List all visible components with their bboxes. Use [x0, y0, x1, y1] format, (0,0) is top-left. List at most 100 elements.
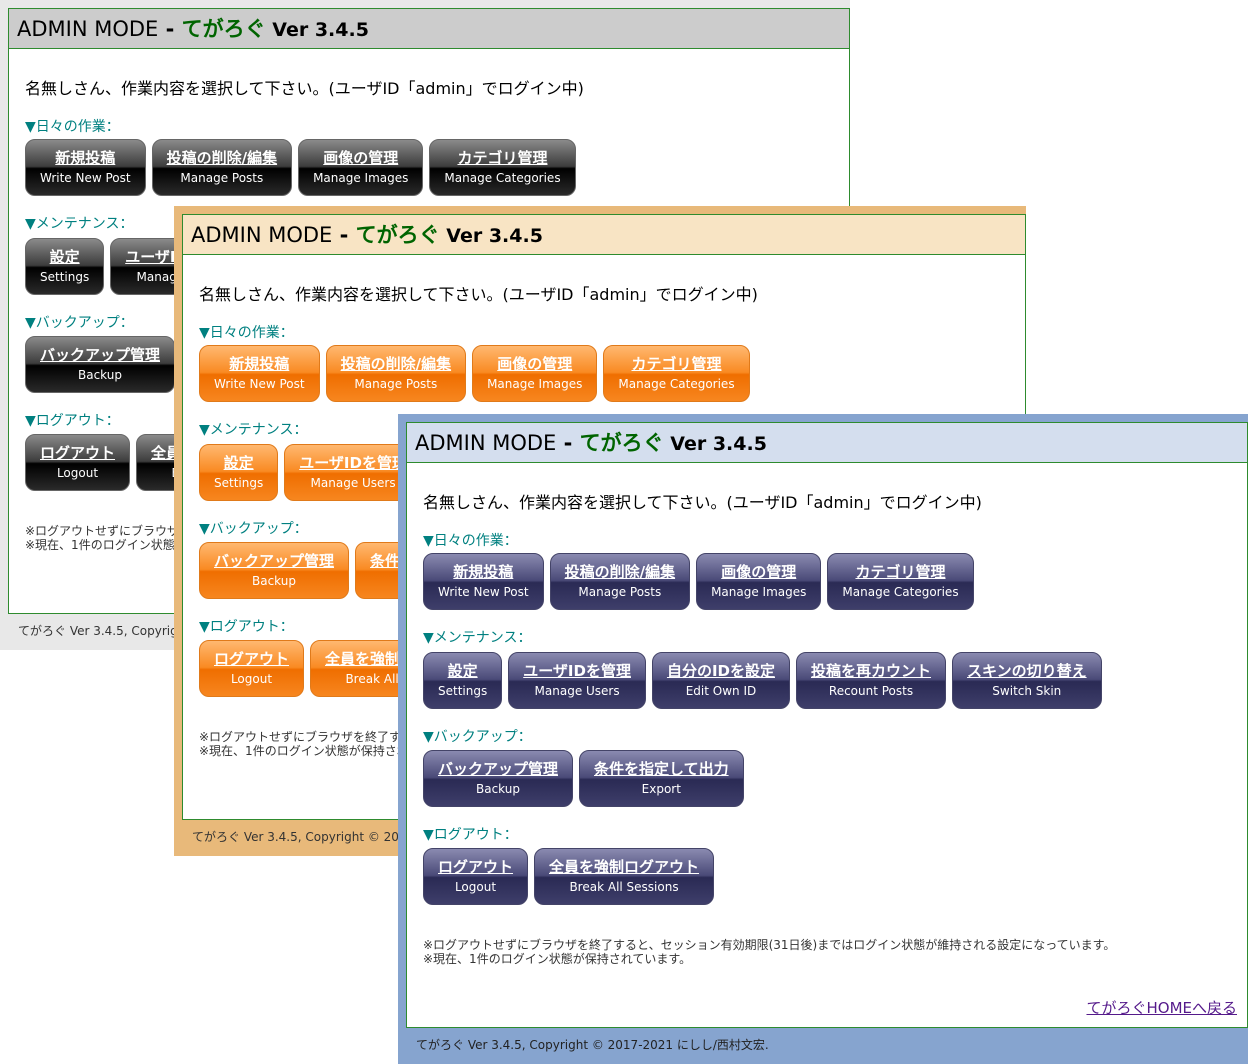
button-label-ja: 全員を強制ログアウト — [549, 858, 700, 876]
button-label-ja: 投稿の削除/編集 — [564, 563, 676, 581]
button-label-en: Manage Images — [487, 377, 583, 391]
header-admin-mode: ADMIN MODE — [415, 431, 557, 455]
button-label-en: Settings — [40, 270, 90, 284]
header-separator: - — [332, 223, 356, 247]
button-label-ja: ユーザIDを管理 — [523, 662, 631, 680]
button-label-ja: バックアップ管理 — [438, 760, 559, 778]
footer-copyright: てがろぐ Ver 3.4.5, Copyright © 2017-2021 にし… — [416, 1038, 769, 1052]
settings-button[interactable]: 設定 Settings — [25, 238, 105, 295]
button-label-en: Backup — [476, 782, 520, 796]
button-label-en: Settings — [214, 476, 264, 490]
section-backup: ▼バックアップ： — [199, 521, 308, 537]
button-label-ja: 条件を指定して出力 — [594, 760, 729, 778]
button-label-en: Manage Posts — [578, 585, 662, 599]
button-label-en: Write New Post — [214, 377, 305, 391]
button-label-en: Manage Categories — [444, 171, 561, 185]
manage-posts-button[interactable]: 投稿の削除/編集 Manage Posts — [151, 139, 293, 196]
button-label-en: Manage Categories — [842, 585, 959, 599]
backup-button[interactable]: バックアップ管理 Backup — [199, 542, 350, 599]
button-label-ja: 投稿の削除/編集 — [166, 149, 278, 167]
button-label-ja: 投稿を再カウント — [811, 662, 932, 680]
button-label-ja: 自分のIDを設定 — [666, 662, 775, 680]
admin-header: ADMIN MODE - てがろぐ Ver 3.4.5 — [9, 9, 849, 49]
daily-buttons: 新規投稿 Write New Post 投稿の削除/編集 Manage Posts 画像… — [25, 139, 582, 196]
admin-header: ADMIN MODE - てがろぐ Ver 3.4.5 — [407, 423, 1247, 463]
maintenance-buttons: 設定 Settings ユーザIDを管理 Manage Users 自分のIDを設定 Ed… — [423, 652, 1108, 709]
manage-images-button[interactable]: 画像の管理 Manage Images — [298, 139, 424, 196]
settings-button[interactable]: 設定 Settings — [199, 444, 279, 501]
button-label-en: Backup — [78, 368, 122, 382]
button-label-ja: 新規投稿 — [453, 563, 514, 581]
section-maintenance: ▼メンテナンス： — [199, 422, 308, 438]
section-daily: ▼日々の作業： — [423, 533, 518, 549]
section-maintenance: ▼メンテナンス： — [423, 630, 532, 646]
button-label-en: Manage Categories — [618, 377, 735, 391]
session-note: ※ログアウトせずにブラウザを終了すると、セッション有効期限(31日後)まではログ… — [423, 938, 1115, 966]
button-label-ja: 新規投稿 — [229, 355, 290, 373]
button-label-en: Write New Post — [438, 585, 529, 599]
button-label-en: Logout — [56, 466, 99, 480]
button-label-ja: カテゴリ管理 — [631, 355, 722, 373]
recount-posts-button[interactable]: 投稿を再カウント Recount Posts — [796, 652, 947, 709]
button-label-en: Switch Skin — [992, 684, 1062, 698]
header-separator: - — [158, 17, 182, 41]
button-label-ja: ユーザIDを管理 — [299, 454, 407, 472]
button-label-ja: カテゴリ管理 — [457, 149, 548, 167]
manage-categories-button[interactable]: カテゴリ管理 Manage Categories — [827, 553, 974, 610]
write-new-post-button[interactable]: 新規投稿 Write New Post — [199, 345, 320, 402]
maintenance-buttons: 設定 Settings ユーザIDを管理 Manage Users — [199, 444, 428, 501]
button-label-ja: 設定 — [447, 662, 478, 680]
edit-own-id-button[interactable]: 自分のIDを設定 Edit Own ID — [651, 652, 790, 709]
backup-buttons: バックアップ管理 Backup 条件を指定して出力 Export — [423, 750, 750, 807]
button-label-ja: ログアウト — [214, 650, 290, 668]
header-app-name: てがろぐ — [181, 17, 266, 41]
button-label-en: Export — [641, 782, 681, 796]
manage-users-button[interactable]: ユーザIDを管理 Manage Users — [508, 652, 646, 709]
session-note-line2: ※現在、1件のログイン状態が保持されています。 — [423, 952, 692, 966]
logout-button[interactable]: ログアウト Logout — [423, 848, 529, 905]
daily-buttons: 新規投稿 Write New Post 投稿の削除/編集 Manage Posts 画像… — [199, 345, 756, 402]
manage-posts-button[interactable]: 投稿の削除/編集 Manage Posts — [549, 553, 691, 610]
header-app-name: てがろぐ — [355, 223, 440, 247]
button-label-ja: ログアウト — [438, 858, 514, 876]
backup-button[interactable]: バックアップ管理 Backup — [423, 750, 574, 807]
break-all-sessions-button[interactable]: 全員を強制ログアウト Break All Sessions — [534, 848, 715, 905]
manage-images-button[interactable]: 画像の管理 Manage Images — [472, 345, 598, 402]
header-app-name: てがろぐ — [579, 431, 664, 455]
button-label-ja: カテゴリ管理 — [855, 563, 946, 581]
button-label-en: Backup — [252, 574, 296, 588]
write-new-post-button[interactable]: 新規投稿 Write New Post — [25, 139, 146, 196]
section-logout: ▼ログアウト： — [199, 619, 294, 635]
button-label-ja: 設定 — [223, 454, 254, 472]
button-label-en: Manage Images — [711, 585, 807, 599]
backup-button[interactable]: バックアップ管理 Backup — [25, 336, 176, 393]
export-button[interactable]: 条件を指定して出力 Export — [579, 750, 744, 807]
logout-button[interactable]: ログアウト Logout — [199, 640, 305, 697]
write-new-post-button[interactable]: 新規投稿 Write New Post — [423, 553, 544, 610]
section-logout: ▼ログアウト： — [423, 827, 518, 843]
switch-skin-button[interactable]: スキンの切り替え Switch Skin — [952, 652, 1102, 709]
header-admin-mode: ADMIN MODE — [17, 17, 159, 41]
manage-categories-button[interactable]: カテゴリ管理 Manage Categories — [429, 139, 576, 196]
manage-posts-button[interactable]: 投稿の削除/編集 Manage Posts — [325, 345, 467, 402]
logout-button[interactable]: ログアウト Logout — [25, 434, 131, 491]
greeting-text: 名無しさん、作業内容を選択して下さい。(ユーザID「admin」でログイン中) — [423, 493, 982, 512]
section-daily: ▼日々の作業： — [199, 325, 294, 341]
button-label-en: Settings — [438, 684, 488, 698]
home-link[interactable]: てがろぐHOMEへ戻る — [1086, 997, 1237, 1018]
button-label-en: Recount Posts — [828, 684, 914, 698]
manage-categories-button[interactable]: カテゴリ管理 Manage Categories — [603, 345, 750, 402]
section-backup: ▼バックアップ： — [25, 315, 134, 331]
section-backup: ▼バックアップ： — [423, 729, 532, 745]
admin-window-navy-theme: ADMIN MODE - てがろぐ Ver 3.4.5 名無しさん、作業内容を選… — [398, 414, 1248, 1064]
section-logout: ▼ログアウト： — [25, 413, 120, 429]
section-maintenance: ▼メンテナンス： — [25, 216, 134, 232]
manage-images-button[interactable]: 画像の管理 Manage Images — [696, 553, 822, 610]
daily-buttons: 新規投稿 Write New Post 投稿の削除/編集 Manage Posts 画像… — [423, 553, 980, 610]
button-label-en: Manage Users — [534, 684, 620, 698]
button-label-en: Manage Images — [313, 171, 409, 185]
button-label-ja: 画像の管理 — [721, 563, 797, 581]
button-label-en: Manage Posts — [354, 377, 438, 391]
settings-button[interactable]: 設定 Settings — [423, 652, 503, 709]
logout-buttons: ログアウト Logout 全員を強制ログアウト Break All Sessions — [423, 848, 720, 905]
